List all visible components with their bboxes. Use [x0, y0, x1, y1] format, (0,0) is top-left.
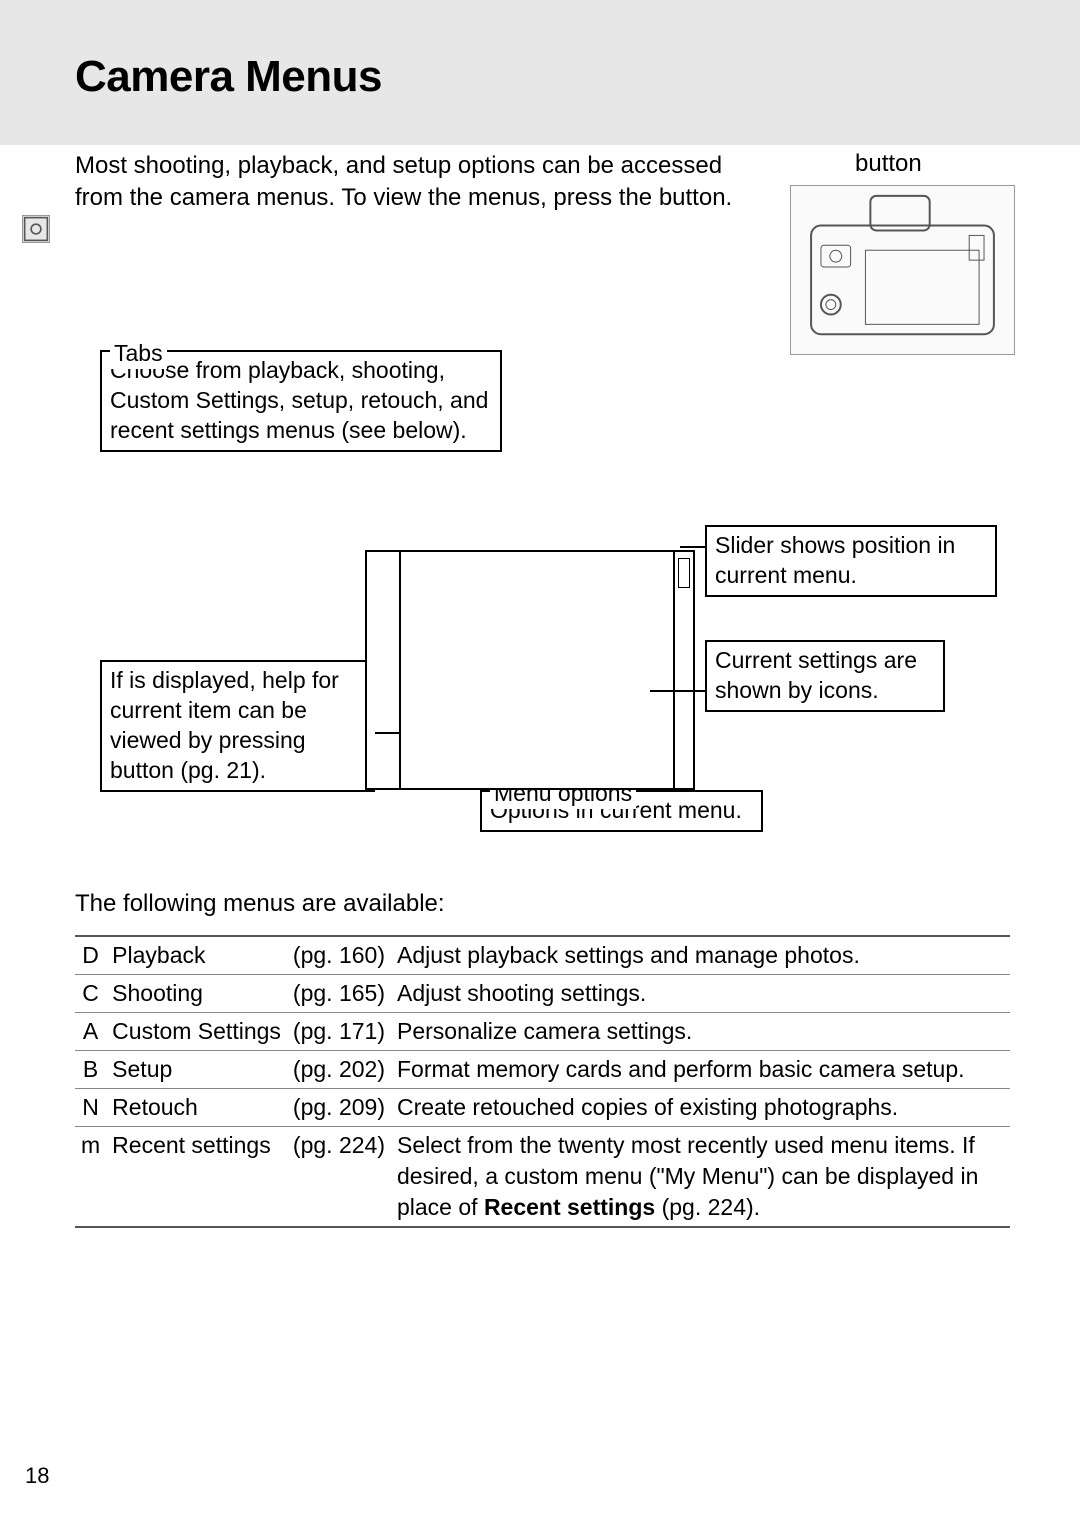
connector-line: [650, 690, 705, 692]
menu-desc: Adjust shooting settings.: [391, 975, 1010, 1013]
callout-slider: Slider shows position in current menu.: [705, 525, 997, 597]
connector-line: [375, 732, 400, 734]
menu-icon: N: [75, 1089, 106, 1127]
menu-name: Playback: [106, 936, 287, 975]
callout-settings: Current settings are shown by icons.: [705, 640, 945, 712]
menu-name: Setup: [106, 1051, 287, 1089]
table-row: DPlayback(pg. 160)Adjust playback settin…: [75, 936, 1010, 975]
callout-tabs-text: Choose from playback, shooting, Custom S…: [110, 356, 492, 446]
menu-name: Retouch: [106, 1089, 287, 1127]
camera-button-caption: button: [855, 150, 922, 178]
table-row: BSetup(pg. 202)Format memory cards and p…: [75, 1051, 1010, 1089]
menu-desc: Create retouched copies of existing phot…: [391, 1089, 1010, 1127]
camera-illustration: [790, 185, 1015, 355]
menu-tab-column: [367, 552, 401, 788]
page-number: 18: [25, 1463, 49, 1489]
menu-icon: A: [75, 1013, 106, 1051]
menu-desc: Adjust playback settings and manage phot…: [391, 936, 1010, 975]
page-title: Camera Menus: [75, 52, 382, 102]
scrollbar-thumb: [678, 558, 690, 588]
menu-name: Custom Settings: [106, 1013, 287, 1051]
menu-page: (pg. 209): [287, 1089, 391, 1127]
table-row: CShooting(pg. 165)Adjust shooting settin…: [75, 975, 1010, 1013]
menu-screen-illustration: [365, 550, 695, 790]
intro-paragraph: Most shooting, playback, and setup optio…: [75, 150, 760, 215]
menu-page: (pg. 165): [287, 975, 391, 1013]
menu-scrollbar: [673, 552, 693, 788]
connector-line: [680, 546, 705, 548]
table-row: mRecent settings(pg. 224)Select from the…: [75, 1127, 1010, 1228]
menu-icon: C: [75, 975, 106, 1013]
menu-page: (pg. 202): [287, 1051, 391, 1089]
menu-page: (pg. 160): [287, 936, 391, 975]
menu-page: (pg. 224): [287, 1127, 391, 1228]
menu-page: (pg. 171): [287, 1013, 391, 1051]
menu-desc: Select from the twenty most recently use…: [391, 1127, 1010, 1228]
table-row: NRetouch(pg. 209)Create retouched copies…: [75, 1089, 1010, 1127]
callout-help: If is displayed, help for current item c…: [100, 660, 375, 792]
menu-diagram: Tabs Choose from playback, shooting, Cus…: [100, 350, 1000, 850]
menu-name: Recent settings: [106, 1127, 287, 1228]
menu-desc: Format memory cards and perform basic ca…: [391, 1051, 1010, 1089]
callout-tabs: Tabs Choose from playback, shooting, Cus…: [100, 350, 502, 452]
menu-icon: m: [75, 1127, 106, 1228]
menu-desc: Personalize camera settings.: [391, 1013, 1010, 1051]
menu-icon: D: [75, 936, 106, 975]
menu-table: DPlayback(pg. 160)Adjust playback settin…: [75, 935, 1010, 1228]
callout-tabs-label: Tabs: [110, 339, 167, 369]
menu-name: Shooting: [106, 975, 287, 1013]
side-tab-icon: [22, 215, 50, 243]
menu-icon: B: [75, 1051, 106, 1089]
following-menus-text: The following menus are available:: [75, 890, 445, 918]
callout-menu-options: Menu options Options in current menu.: [480, 790, 763, 832]
table-row: ACustom Settings(pg. 171)Personalize cam…: [75, 1013, 1010, 1051]
